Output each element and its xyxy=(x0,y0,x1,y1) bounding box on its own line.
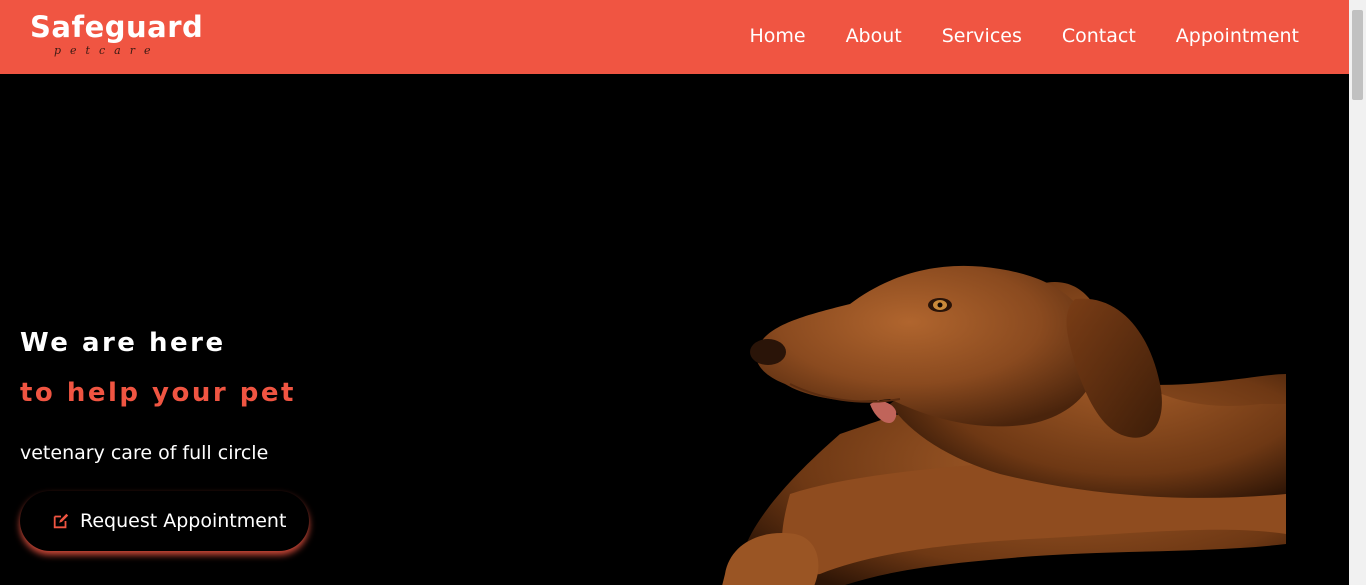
brand-logo[interactable]: Safeguard petcare xyxy=(30,8,204,59)
nav-link-contact[interactable]: Contact xyxy=(1062,22,1136,50)
dog-photo xyxy=(722,265,1286,585)
hero-subtext: vetenary care of full circle xyxy=(20,442,269,464)
nav-menu: Home About Services Contact Appointment xyxy=(709,22,1299,50)
nav-link-appointment[interactable]: Appointment xyxy=(1176,22,1299,50)
navbar: Safeguard petcare Home About Services Co… xyxy=(0,0,1349,74)
request-appointment-button[interactable]: Request Appointment xyxy=(20,491,309,551)
nav-link-about[interactable]: About xyxy=(846,22,902,50)
request-appointment-label: Request Appointment xyxy=(80,510,287,532)
hero-section: We are here to help your pet vetenary ca… xyxy=(0,74,1349,585)
nav-link-home[interactable]: Home xyxy=(749,22,805,50)
nav-link-services[interactable]: Services xyxy=(942,22,1022,50)
brand-name: Safeguard xyxy=(30,10,204,44)
edit-icon xyxy=(52,512,70,530)
page-scrollbar[interactable] xyxy=(1349,0,1366,585)
hero-headline-line1: We are here xyxy=(20,328,226,358)
scrollbar-thumb[interactable] xyxy=(1352,10,1363,100)
hero-headline-line2: to help your pet xyxy=(20,378,296,408)
